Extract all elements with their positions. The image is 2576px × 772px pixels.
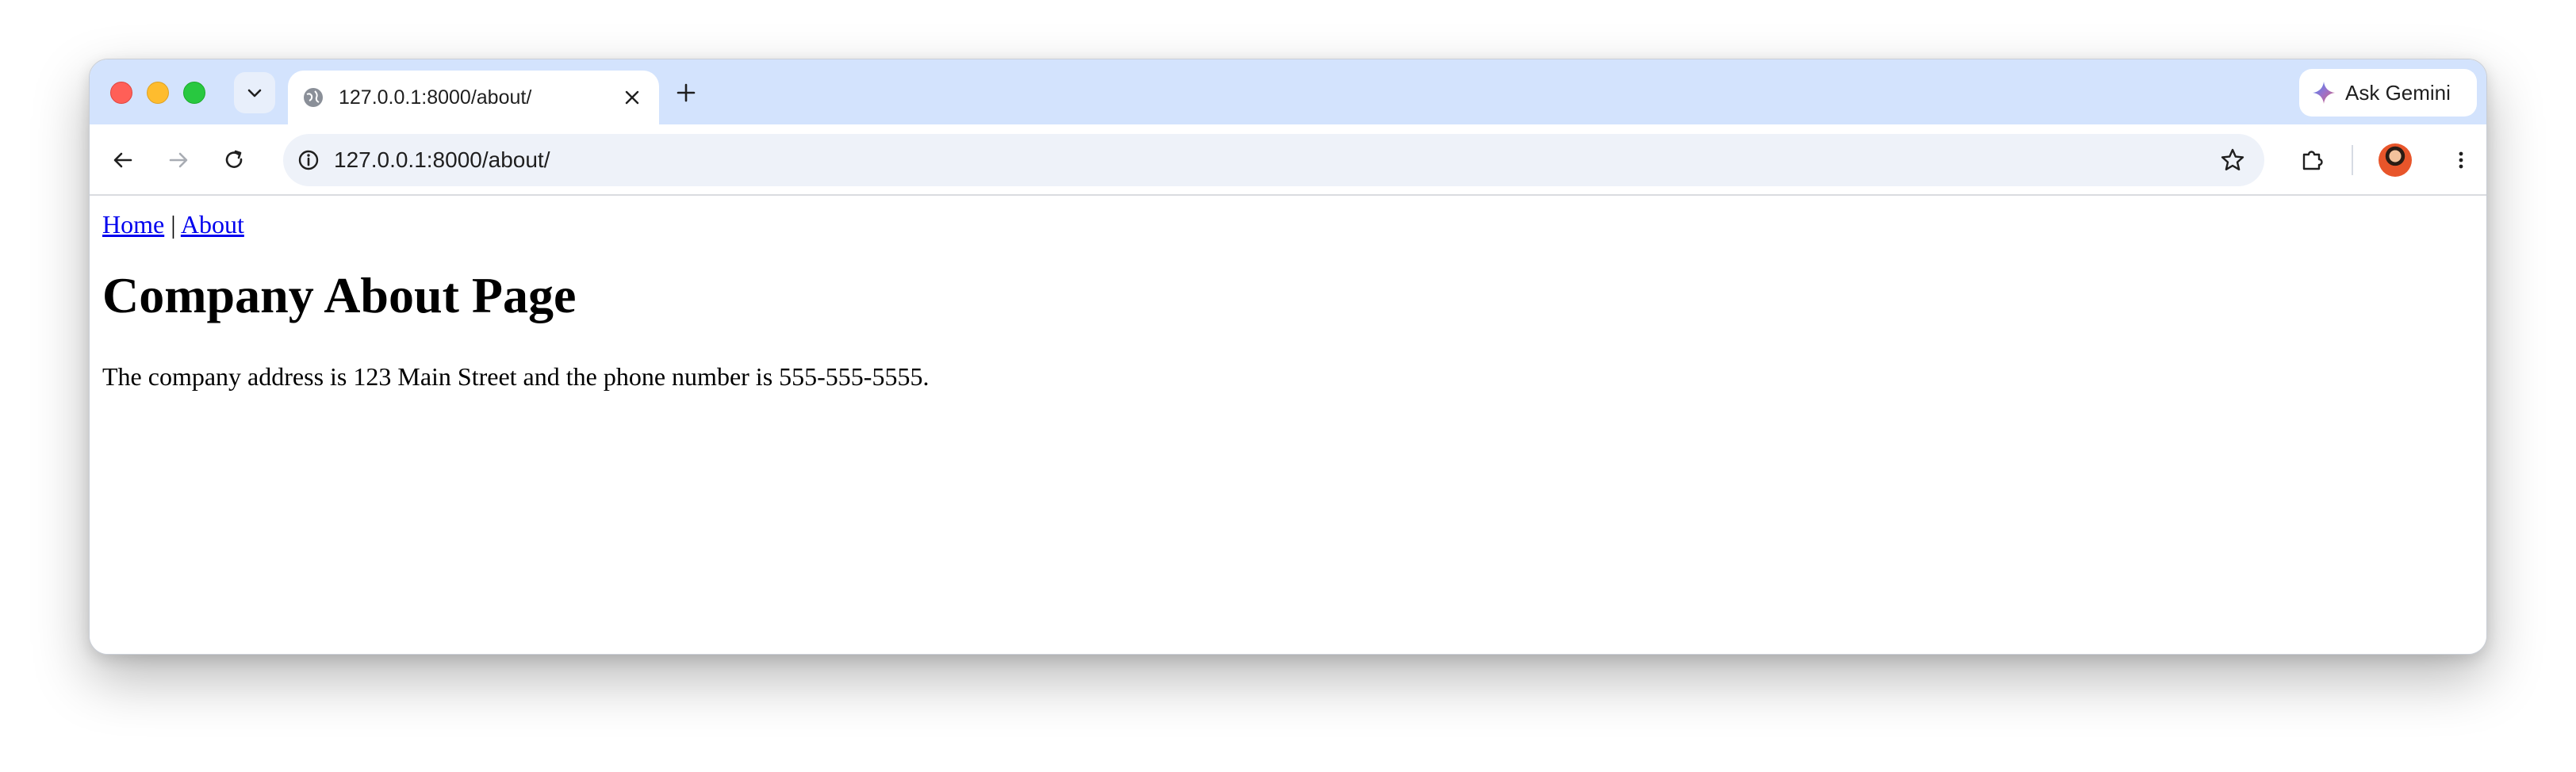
ask-gemini-button[interactable]: Ask Gemini	[2299, 69, 2477, 117]
page-title: Company About Page	[102, 267, 577, 323]
site-info-button[interactable]	[294, 146, 323, 174]
chevron-down-icon	[247, 89, 262, 97]
tab-close-button[interactable]	[621, 86, 643, 109]
extensions-button[interactable]	[2293, 141, 2331, 179]
new-tab-button[interactable]	[673, 80, 699, 105]
reload-icon	[225, 150, 243, 168]
ask-gemini-label: Ask Gemini	[2345, 80, 2451, 105]
nav-separator: |	[171, 210, 176, 239]
url-text[interactable]: 127.0.0.1:8000/about/	[334, 145, 550, 175]
info-icon	[298, 150, 319, 170]
minimize-window-button[interactable]	[147, 82, 169, 104]
plus-icon	[677, 83, 696, 102]
gemini-sparkle-icon	[2313, 82, 2335, 104]
site-nav: Home | About	[102, 208, 244, 240]
arrow-right-icon	[169, 152, 188, 168]
back-button[interactable]	[104, 141, 142, 179]
close-icon	[625, 90, 639, 105]
maximize-window-button[interactable]	[183, 82, 205, 104]
toolbar-divider	[2352, 145, 2353, 175]
browser-menu-button[interactable]	[2442, 141, 2480, 179]
nav-link-home[interactable]: Home	[102, 210, 164, 239]
tab-search-button[interactable]	[234, 72, 275, 113]
kebab-menu-icon	[2459, 151, 2463, 169]
browser-window: 127.0.0.1:8000/about/ Ask Gemini 127.0.0…	[89, 59, 2487, 655]
nav-link-about[interactable]: About	[181, 210, 244, 239]
forward-button[interactable]	[159, 141, 197, 179]
address-bar[interactable]: 127.0.0.1:8000/about/	[283, 134, 2264, 186]
puzzle-icon	[2302, 151, 2323, 170]
page-content: Home | About Company About Page The comp…	[90, 197, 2486, 654]
tab-title: 127.0.0.1:8000/about/	[339, 86, 532, 109]
profile-avatar[interactable]	[2379, 143, 2412, 177]
bookmark-button[interactable]	[2218, 146, 2247, 174]
close-window-button[interactable]	[110, 82, 132, 104]
company-contact-text: The company address is 123 Main Street a…	[102, 362, 930, 391]
arrow-left-icon	[113, 152, 132, 168]
star-icon	[2221, 148, 2244, 170]
reload-button[interactable]	[215, 141, 253, 179]
tab-strip: 127.0.0.1:8000/about/ Ask Gemini	[90, 59, 2486, 124]
globe-icon	[302, 86, 324, 109]
browser-toolbar: 127.0.0.1:8000/about/	[90, 124, 2486, 196]
tab-active[interactable]: 127.0.0.1:8000/about/	[288, 71, 659, 124]
